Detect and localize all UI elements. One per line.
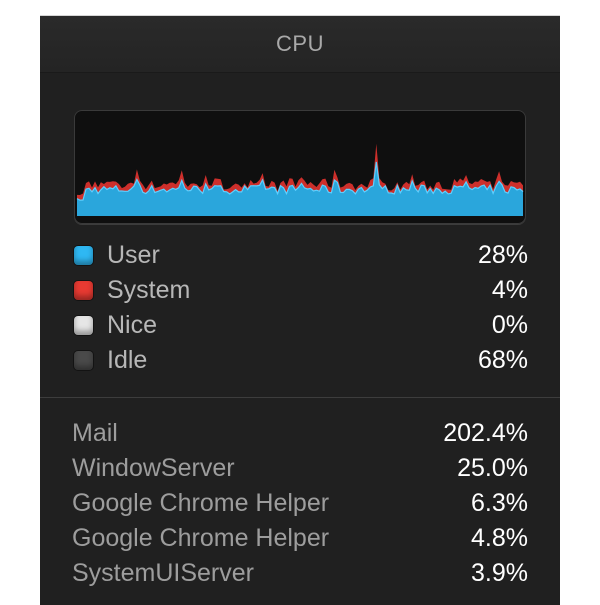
panel-title: CPU — [276, 31, 324, 56]
legend-value-system: 4% — [491, 276, 528, 304]
process-cpu: 6.3% — [471, 489, 528, 517]
process-name: Google Chrome Helper — [72, 489, 330, 517]
process-cpu: 4.8% — [471, 524, 528, 552]
legend-label-nice: Nice — [107, 311, 158, 339]
list-item[interactable]: Mail 202.4% — [72, 416, 528, 451]
user-color-swatch — [74, 246, 93, 265]
list-item[interactable]: Google Chrome Helper 6.3% — [72, 486, 528, 521]
process-cpu: 202.4% — [443, 419, 528, 447]
cpu-history-chart — [76, 143, 524, 216]
idle-color-swatch — [74, 351, 93, 370]
legend-row-system: System 4% — [74, 273, 528, 308]
legend-row-user: User 28% — [74, 238, 528, 273]
process-list: Mail 202.4% WindowServer 25.0% Google Ch… — [72, 416, 528, 591]
process-cpu: 3.9% — [471, 559, 528, 587]
process-name: WindowServer — [72, 454, 235, 482]
list-item[interactable]: Google Chrome Helper 4.8% — [72, 521, 528, 556]
system-color-swatch — [74, 281, 93, 300]
process-name: Google Chrome Helper — [72, 524, 330, 552]
legend-row-nice: Nice 0% — [74, 308, 528, 343]
section-divider — [40, 397, 560, 398]
legend-label-system: System — [107, 276, 191, 304]
legend-value-nice: 0% — [491, 311, 528, 339]
list-item[interactable]: WindowServer 25.0% — [72, 451, 528, 486]
nice-color-swatch — [74, 316, 93, 335]
process-cpu: 25.0% — [457, 454, 528, 482]
cpu-legend: User 28% System 4% Nice 0% Idle 68% — [74, 238, 528, 378]
legend-label-idle: Idle — [107, 346, 148, 374]
title-bar: CPU — [40, 16, 560, 73]
cpu-panel: CPU User 28% System 4% Nice 0% Idle 68% — [40, 15, 560, 605]
legend-row-idle: Idle 68% — [74, 343, 528, 378]
legend-value-idle: 68% — [477, 346, 528, 374]
list-item[interactable]: SystemUIServer 3.9% — [72, 556, 528, 591]
legend-label-user: User — [107, 241, 160, 269]
process-name: Mail — [72, 419, 118, 447]
process-name: SystemUIServer — [72, 559, 254, 587]
cpu-history-graph — [74, 110, 526, 224]
legend-value-user: 28% — [477, 241, 528, 269]
